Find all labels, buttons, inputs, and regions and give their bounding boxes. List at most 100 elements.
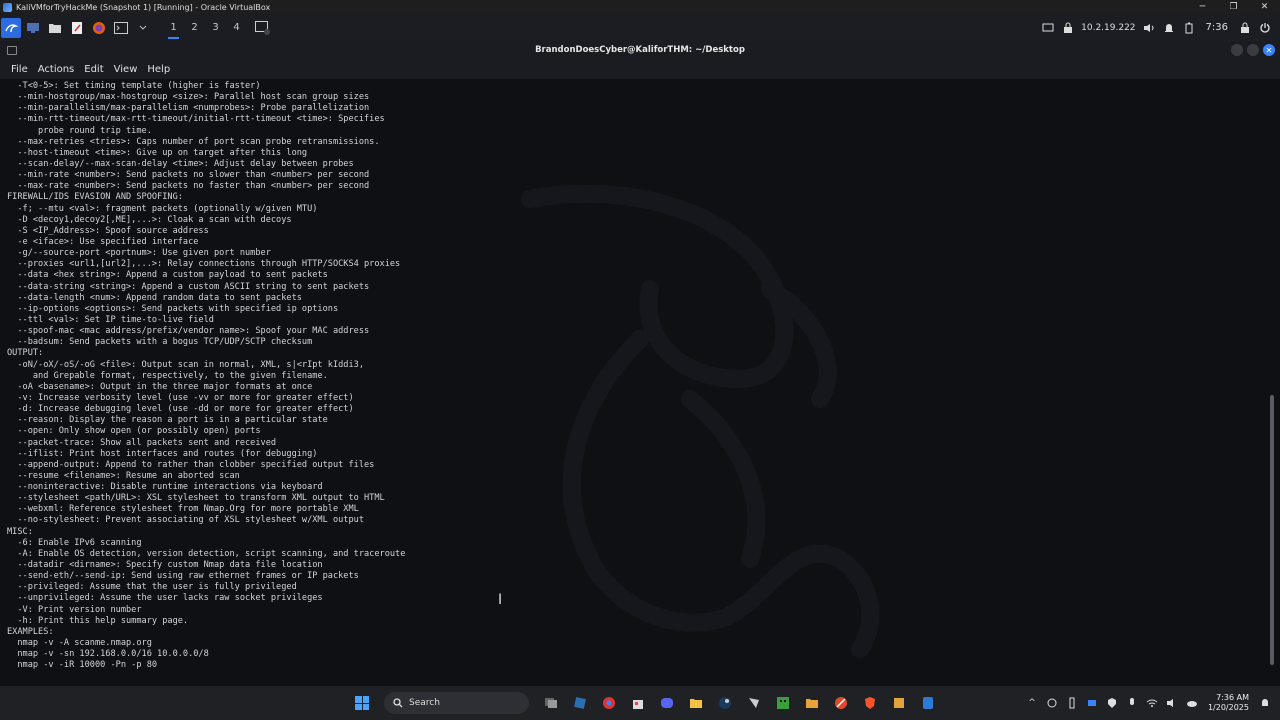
- minecraft-app-icon[interactable]: [771, 691, 795, 715]
- launcher-dropdown[interactable]: [133, 18, 153, 38]
- terminal-line: --privileged: Assume that the user is fu…: [7, 582, 297, 593]
- terminal-line: --max-rate <number>: Send packets no fas…: [7, 181, 370, 192]
- virtualbox-app-icon[interactable]: [568, 691, 592, 715]
- terminal-line: --max-retries <tries>: Caps number of po…: [7, 136, 380, 147]
- terminal-line: --min-parallelism/max-parallelism <numpr…: [7, 103, 370, 114]
- speaker-icon[interactable]: [1165, 696, 1179, 710]
- menu-actions[interactable]: Actions: [33, 64, 80, 75]
- close-button[interactable]: ✕: [1249, 0, 1280, 14]
- workspace-4[interactable]: 4: [226, 14, 247, 41]
- wifi-icon[interactable]: [1145, 696, 1159, 710]
- terminal-line: -oN/-oX/-oS/-oG <file>: Output scan in n…: [7, 359, 364, 370]
- terminal-window-controls: ✕: [1231, 44, 1275, 56]
- virtualbox-icon: [3, 2, 12, 12]
- start-button[interactable]: [350, 691, 374, 715]
- blocked-app-icon[interactable]: [829, 691, 853, 715]
- search-label: Search: [409, 698, 440, 708]
- terminal-line: --ip-options <options>: Send packets wit…: [7, 303, 339, 314]
- vpn-lock-icon[interactable]: [1061, 21, 1075, 35]
- terminal-line: --min-rtt-timeout/max-rtt-timeout/initia…: [7, 114, 385, 125]
- virtualbox-titlebar: KaliVMforTryHackMe (Snapshot 1) [Running…: [0, 0, 1280, 14]
- notification-center-icon[interactable]: [1258, 696, 1272, 710]
- desktop-icon: [27, 22, 39, 33]
- terminal-maximize-button[interactable]: [1247, 44, 1259, 56]
- security-icon[interactable]: [1105, 696, 1119, 710]
- task-view-icon[interactable]: [539, 691, 563, 715]
- terminal-line: -A: Enable OS detection, version detecti…: [7, 548, 406, 559]
- chevron-up-icon[interactable]: ^: [1025, 696, 1039, 710]
- menu-edit[interactable]: Edit: [79, 64, 108, 75]
- taskbar-terminal-window[interactable]: [253, 18, 273, 38]
- panel-clock[interactable]: 7:36: [1206, 22, 1228, 33]
- terminal-line: MISC:: [7, 526, 33, 537]
- terminal-line: FIREWALL/IDS EVASION AND SPOOFING:: [7, 192, 183, 203]
- terminal-line: --scan-delay/--max-scan-delay <time>: Ad…: [7, 158, 354, 169]
- app-icon-generic[interactable]: [742, 691, 766, 715]
- terminal-line: EXAMPLES:: [7, 626, 54, 637]
- steam-app-icon[interactable]: [713, 691, 737, 715]
- brave-app-icon[interactable]: [858, 691, 882, 715]
- file-explorer-app-icon[interactable]: [684, 691, 708, 715]
- microphone-icon[interactable]: [1125, 696, 1139, 710]
- chrome-app-icon[interactable]: [597, 691, 621, 715]
- mouse-text-cursor: I: [498, 592, 503, 608]
- terminal-line: -D <decoy1,decoy2[,ME],...>: Cloak a sca…: [7, 214, 292, 225]
- terminal-line: probe round trip time.: [7, 125, 152, 136]
- workspace-2[interactable]: 2: [184, 14, 205, 41]
- discord-app-icon[interactable]: [655, 691, 679, 715]
- terminal-menubar: File Actions Edit View Help: [0, 60, 1280, 79]
- usb-icon[interactable]: [1065, 696, 1079, 710]
- chevron-down-icon: [139, 25, 147, 30]
- kali-menu-button[interactable]: [1, 17, 21, 38]
- firefox-launcher[interactable]: [89, 18, 109, 38]
- power-icon[interactable]: [1258, 21, 1272, 35]
- folder-icon: [49, 23, 61, 33]
- terminal-line: --badsum: Send packets with a bogus TCP/…: [7, 337, 313, 348]
- weather-icon[interactable]: [1185, 696, 1199, 710]
- terminal-line: --append-output: Append to rather than c…: [7, 459, 375, 470]
- volume-icon[interactable]: [1142, 21, 1156, 35]
- terminal-titlebar: BrandonDoesCyber@KaliforTHM: ~/Desktop ✕: [0, 41, 1280, 60]
- sync-icon[interactable]: [1045, 696, 1059, 710]
- terminal-line: -d: Increase debugging level (use -dd or…: [7, 404, 354, 415]
- terminal-minimize-button[interactable]: [1231, 44, 1243, 56]
- ip-address: 10.2.19.222: [1081, 22, 1136, 33]
- terminal-launcher[interactable]: [111, 18, 131, 38]
- menu-view[interactable]: View: [109, 64, 143, 75]
- lock-screen-icon[interactable]: [1238, 21, 1252, 35]
- notepad-app-icon[interactable]: [916, 691, 940, 715]
- terminal-output-area[interactable]: -T<0-5>: Set timing template (higher is …: [0, 79, 1280, 686]
- terminal-line: -T<0-5>: Set timing template (higher is …: [7, 81, 261, 91]
- menu-file[interactable]: File: [6, 64, 33, 75]
- taskbar-search-box[interactable]: Search: [384, 692, 529, 714]
- terminal-scrollbar-thumb[interactable]: [1270, 395, 1274, 665]
- kali-vm-app-icon[interactable]: [887, 691, 911, 715]
- terminal-line: --ttl <val>: Set IP time-to-live field: [7, 314, 214, 325]
- terminal-line: -oA <basename>: Output in the three majo…: [7, 381, 313, 392]
- terminal-line: --data-string <string>: Append a custom …: [7, 281, 370, 292]
- terminal-line: --datadir <dirname>: Specify custom Nmap…: [7, 560, 323, 571]
- notification-bell-icon[interactable]: [1162, 21, 1176, 35]
- terminal-line: --data-length <num>: Append random data …: [7, 292, 302, 303]
- terminal-close-button[interactable]: ✕: [1263, 44, 1275, 56]
- terminal-line: --stylesheet <path/URL>: XSL stylesheet …: [7, 493, 385, 504]
- minimize-button[interactable]: ─: [1187, 0, 1218, 14]
- menu-help[interactable]: Help: [142, 64, 175, 75]
- workspace-1[interactable]: 1: [163, 14, 184, 41]
- store-app-icon[interactable]: [626, 691, 650, 715]
- file-manager-launcher[interactable]: [45, 18, 65, 38]
- show-desktop-button[interactable]: [23, 18, 43, 38]
- taskbar-clock[interactable]: 7:36 AM 1/20/2025: [1208, 693, 1249, 713]
- network-share-icon[interactable]: [1085, 696, 1099, 710]
- battery-icon[interactable]: [1182, 21, 1196, 35]
- text-editor-launcher[interactable]: [67, 18, 87, 38]
- display-icon[interactable]: [1041, 21, 1055, 35]
- folder-app-icon[interactable]: [800, 691, 824, 715]
- workspace-3[interactable]: 3: [205, 14, 226, 41]
- virtualbox-window-controls: ─ ❐ ✕: [1187, 0, 1280, 14]
- restore-button[interactable]: ❐: [1218, 0, 1249, 14]
- terminal-line: --proxies <url1,[url2],...>: Relay conne…: [7, 259, 401, 270]
- terminal-line: --packet-trace: Show all packets sent an…: [7, 437, 277, 448]
- terminal-line: --spoof-mac <mac address/prefix/vendor n…: [7, 326, 370, 337]
- terminal-line: --iflist: Print host interfaces and rout…: [7, 448, 318, 459]
